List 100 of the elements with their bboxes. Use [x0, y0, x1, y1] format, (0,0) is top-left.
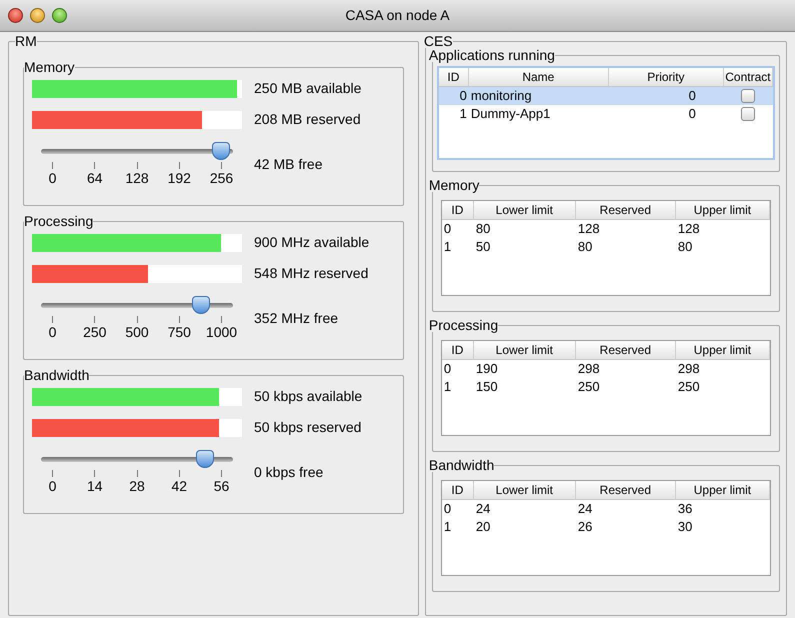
slider-track[interactable] [41, 296, 233, 314]
tick-label: 0 [48, 477, 56, 495]
column-header[interactable]: Name [468, 68, 609, 86]
column-header[interactable]: ID [442, 481, 474, 499]
table-cell-text: 24 [576, 500, 594, 518]
table-cell-text: 50 [474, 238, 492, 256]
table-cell-text: 20 [474, 518, 492, 536]
table-cell-text: 1 [442, 518, 452, 536]
column-header[interactable]: Reserved [576, 481, 676, 499]
tick-label: 1000 [206, 323, 238, 341]
free-label: 0 kbps free [254, 463, 324, 482]
slider-track[interactable] [41, 142, 233, 160]
tick-label: 192 [168, 169, 191, 187]
column-header[interactable]: Reserved [576, 341, 676, 359]
group-title: Bandwidth [24, 368, 90, 382]
table-cell-text: 128 [576, 220, 601, 238]
table-cell-text: 80 [576, 238, 594, 256]
table-cell-text: 250 [676, 378, 701, 396]
group-title: CES [424, 34, 453, 48]
tick-label: 750 [168, 323, 191, 341]
slider-thumb[interactable] [196, 450, 214, 468]
table-cell-text: 0 [442, 360, 452, 378]
tick-mark [94, 162, 96, 169]
table-cell-text: 30 [676, 518, 694, 536]
tick-mark [178, 162, 180, 169]
tick-mark [178, 316, 180, 323]
bar-label: 900 MHz available [254, 233, 370, 252]
table-row[interactable]: 0 monitoring 0 [438, 87, 773, 105]
tick-label: 42 [171, 477, 188, 495]
table-cell-text: 298 [576, 360, 601, 378]
window-title: CASA on node A [345, 6, 450, 25]
tick-label: 128 [125, 169, 149, 187]
slider-thumb[interactable] [192, 296, 210, 314]
column-header[interactable]: Priority [608, 68, 724, 86]
table-cell-text: 0 [688, 105, 697, 123]
table-cell-text: 1 [442, 238, 452, 256]
column-header[interactable]: ID [438, 68, 469, 86]
table-cell-text: 0 [458, 87, 468, 105]
column-header[interactable]: Lower limit [474, 201, 576, 219]
tick-label: 0 [48, 323, 56, 341]
tick-mark [221, 316, 222, 323]
group-title: Processing [24, 214, 94, 228]
table-cell-text: 250 [576, 378, 601, 396]
group-title: RM [15, 34, 37, 48]
bar-label: 208 MB reserved [254, 110, 361, 129]
tick-label: 500 [125, 323, 149, 341]
column-header[interactable]: Lower limit [474, 341, 576, 359]
table-cell-text: 0 [442, 220, 452, 238]
group-title: Memory [428, 178, 480, 192]
bar-label: 50 kbps reserved [254, 418, 362, 437]
tick-mark [221, 162, 222, 169]
tick-label: 64 [86, 169, 103, 187]
tick-label: 256 [210, 169, 234, 187]
group-title: Bandwidth [428, 458, 494, 472]
tick-mark [94, 470, 96, 477]
table-cell-text: 80 [676, 238, 694, 256]
column-header[interactable]: Contract [724, 68, 773, 86]
tick-mark [136, 162, 138, 169]
tick-label: 250 [83, 323, 106, 341]
table-cell-text: 190 [474, 360, 499, 378]
column-header[interactable]: Upper limit [676, 481, 770, 499]
tick-mark [94, 316, 96, 323]
bar-label: 548 MHz reserved [254, 264, 368, 283]
bar-label: 50 kbps available [254, 387, 362, 406]
table-cell-text: 298 [676, 360, 701, 378]
close-button[interactable] [8, 8, 23, 23]
table-cell-text: 150 [474, 378, 499, 396]
table-cell-text: 0 [688, 87, 697, 105]
tick-label: 56 [214, 477, 230, 495]
group-title: Memory [24, 60, 75, 74]
free-label: 42 MB free [254, 155, 322, 174]
free-label: 352 MHz free [254, 309, 338, 328]
minimize-button[interactable] [30, 8, 45, 23]
table-cell-text: 26 [576, 518, 594, 536]
tick-label: 28 [129, 477, 145, 495]
tick-mark [178, 470, 180, 477]
tick-label: 0 [48, 169, 56, 187]
table-cell-text: 80 [474, 220, 492, 238]
slider-thumb[interactable] [212, 142, 230, 160]
column-header[interactable]: ID [442, 201, 474, 219]
table-cell-text: 36 [676, 500, 694, 518]
table-cell-text: Dummy-App1 [470, 105, 552, 123]
checkbox[interactable] [741, 89, 756, 103]
column-header[interactable]: Upper limit [676, 341, 770, 359]
slider-track[interactable] [41, 450, 233, 468]
group-title: Processing [428, 318, 498, 332]
column-header[interactable]: ID [442, 341, 474, 359]
table-cell-text: 1 [442, 378, 452, 396]
table-cell-text: 1 [458, 105, 468, 123]
column-header[interactable]: Lower limit [474, 481, 576, 499]
checkbox[interactable] [741, 107, 756, 121]
column-header[interactable]: Reserved [576, 201, 676, 219]
table-cell-text: 0 [442, 500, 452, 518]
tick-mark [221, 470, 222, 477]
tick-mark [52, 316, 53, 323]
column-header[interactable]: Upper limit [676, 201, 770, 219]
table-cell-text: 128 [676, 220, 701, 238]
zoom-button[interactable] [52, 8, 67, 23]
bar-label: 250 MB available [254, 79, 362, 98]
tick-mark [136, 316, 138, 323]
